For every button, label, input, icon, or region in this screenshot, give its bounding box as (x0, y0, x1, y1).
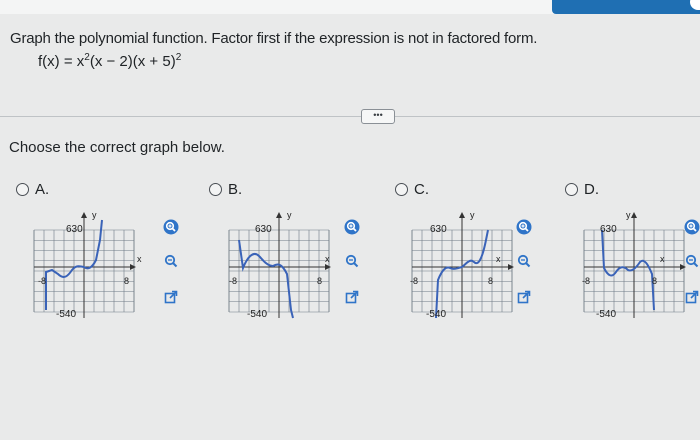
graph-d[interactable]: 630 -540 -8 8 y x (580, 210, 690, 320)
graph-b-curve (238, 239, 294, 319)
graph-a-y-arrow (81, 212, 87, 218)
graph-b-ymin: -540 (247, 309, 267, 320)
graph-c[interactable]: 630 -540 -8 8 y x (408, 210, 518, 320)
graph-a-xmin: -8 (38, 276, 46, 286)
graph-d-xmin: -8 (582, 276, 590, 286)
graph-a-ymax: 630 (66, 224, 83, 235)
graph-b-ymax: 630 (255, 224, 272, 235)
option-c[interactable]: C. (395, 181, 429, 198)
graph-d-ymin: -540 (596, 309, 616, 320)
zoom-out-icon[interactable] (162, 252, 180, 270)
zoom-out-icon[interactable] (343, 252, 361, 270)
graph-d-xmax: 8 (652, 276, 657, 286)
graph-d-curve (601, 229, 655, 311)
formula-exponent-2: 2 (175, 52, 182, 63)
question-instruction: Graph the polynomial function. Factor fi… (10, 30, 538, 47)
graph-c-svg: 630 -540 -8 8 y x (410, 210, 514, 320)
formula-middle: (x − 2)(x + 5) (89, 53, 176, 70)
more-button[interactable]: ••• (361, 109, 395, 124)
top-bar-pill[interactable] (690, 0, 700, 10)
graph-c-ymax: 630 (430, 224, 447, 235)
graph-b-xmax: 8 (317, 276, 322, 286)
formula-prefix: f(x) = x (38, 53, 85, 70)
graph-b-x-arrow (325, 264, 331, 270)
option-c-label: C. (414, 181, 429, 198)
zoom-in-icon[interactable] (162, 218, 180, 236)
option-a-label: A. (35, 181, 50, 198)
graph-b-xmin: -8 (229, 276, 237, 286)
graph-c-xlabel: x (496, 254, 501, 264)
open-external-icon[interactable] (683, 288, 700, 306)
radio-button-c[interactable] (395, 183, 408, 196)
graph-c-y-arrow (459, 212, 465, 218)
graph-a-x-arrow (130, 264, 136, 270)
top-bar-accent (552, 0, 700, 14)
graph-d-xlabel: x (660, 254, 665, 264)
graph-d-ymax: 630 (600, 224, 617, 235)
option-d[interactable]: D. (565, 181, 599, 198)
graph-c-ymin: -540 (426, 309, 446, 320)
zoom-in-icon[interactable] (683, 218, 700, 236)
graph-a-xlabel: x (137, 254, 142, 264)
radio-button-b[interactable] (209, 183, 222, 196)
graph-c-x-arrow (508, 264, 514, 270)
graph-d-svg: 630 -540 -8 8 y x (582, 210, 686, 320)
graph-c-xmax: 8 (488, 276, 493, 286)
option-b-label: B. (228, 181, 243, 198)
option-b[interactable]: B. (209, 181, 242, 198)
graph-d-y-arrow (631, 212, 637, 218)
graph-c-xmin: -8 (410, 276, 418, 286)
radio-button-d[interactable] (565, 183, 578, 196)
top-bar (0, 0, 700, 14)
zoom-in-icon[interactable] (343, 218, 361, 236)
radio-button-a[interactable] (16, 183, 29, 196)
choose-prompt: Choose the correct graph below. (9, 139, 225, 156)
graph-c-ylabel: y (470, 210, 475, 220)
graph-b-ylabel: y (287, 210, 292, 220)
graph-b-svg: 630 -540 -8 8 y x (228, 210, 331, 320)
graph-b[interactable]: 630 -540 -8 8 y x (225, 210, 335, 320)
zoom-in-icon[interactable] (515, 218, 533, 236)
zoom-out-icon[interactable] (683, 252, 700, 270)
open-external-icon[interactable] (162, 288, 180, 306)
graph-a[interactable]: 630 -540 -8 8 y x (30, 210, 142, 320)
graph-b-y-arrow (276, 212, 282, 218)
open-external-icon[interactable] (343, 288, 361, 306)
option-d-label: D. (584, 181, 599, 198)
option-a[interactable]: A. (16, 181, 49, 198)
section-divider (0, 116, 700, 117)
zoom-out-icon[interactable] (515, 252, 533, 270)
graph-d-ylabel: y (626, 210, 631, 220)
graph-a-svg: 630 -540 -8 8 y x (33, 210, 142, 320)
graph-a-ylabel: y (92, 210, 97, 220)
function-formula: f(x) = x2(x − 2)(x + 5)2 (38, 52, 181, 70)
open-external-icon[interactable] (515, 288, 533, 306)
graph-a-xmax: 8 (124, 276, 129, 286)
graph-a-ymin: -540 (56, 309, 76, 320)
graph-b-xlabel: x (325, 254, 330, 264)
